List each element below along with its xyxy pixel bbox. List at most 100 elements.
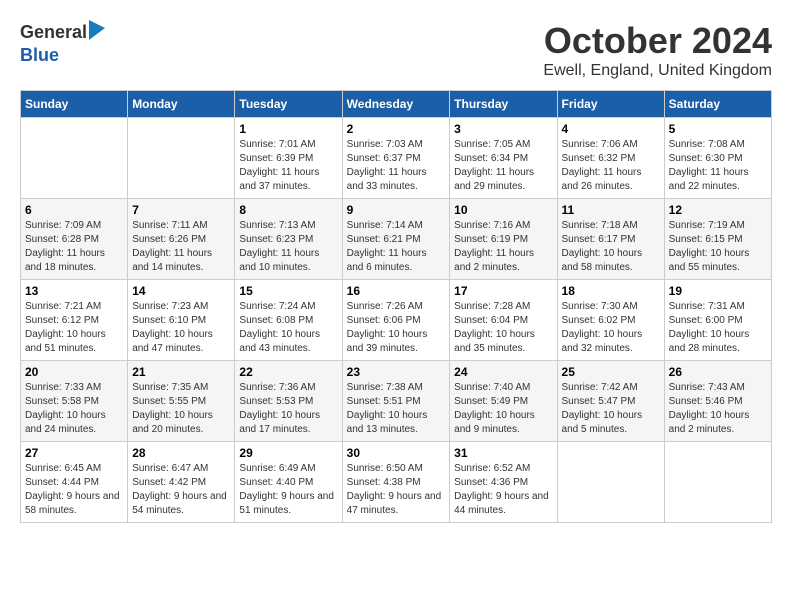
day-info: Sunrise: 7:03 AMSunset: 6:37 PMDaylight:… [347, 138, 446, 194]
calendar-table: Sunday Monday Tuesday Wednesday Thursday… [20, 90, 772, 523]
table-row: 6 Sunrise: 7:09 AMSunset: 6:28 PMDaylight… [21, 199, 128, 280]
day-info: Sunrise: 7:14 AMSunset: 6:21 PMDaylight:… [347, 219, 446, 275]
day-number: 22 [239, 365, 337, 379]
day-info: Sunrise: 7:28 AMSunset: 6:04 PMDaylight:… [454, 300, 552, 356]
day-number: 23 [347, 365, 446, 379]
day-info: Sunrise: 7:05 AMSunset: 6:34 PMDaylight:… [454, 138, 552, 194]
logo-blue-text: Blue [20, 45, 59, 65]
day-number: 13 [25, 284, 123, 298]
table-row: 20Sunrise: 7:33 AMSunset: 5:58 PMDayligh… [21, 361, 128, 442]
table-row: 22 Sunrise: 7:36 AMSunset: 5:53 PMDayligh… [235, 361, 342, 442]
table-row: 27Sunrise: 6:45 AMSunset: 4:44 PMDayligh… [21, 442, 128, 523]
day-info: Sunrise: 7:13 AMSunset: 6:23 PMDaylight:… [239, 219, 337, 275]
day-info: Sunrise: 7:01 AMSunset: 6:39 PMDaylight:… [239, 138, 337, 194]
table-row: 4 Sunrise: 7:06 AMSunset: 6:32 PMDaylight… [557, 118, 664, 199]
day-number: 10 [454, 203, 552, 217]
day-number: 2 [347, 122, 446, 136]
calendar-week-row: 27Sunrise: 6:45 AMSunset: 4:44 PMDayligh… [21, 442, 772, 523]
calendar-week-row: 6 Sunrise: 7:09 AMSunset: 6:28 PMDaylight… [21, 199, 772, 280]
day-info: Sunrise: 6:45 AMSunset: 4:44 PMDaylight:… [25, 462, 123, 518]
table-row: 31 Sunrise: 6:52 AMSunset: 4:36 PMDayligh… [450, 442, 557, 523]
day-number: 6 [25, 203, 123, 217]
col-saturday: Saturday [664, 91, 771, 118]
col-tuesday: Tuesday [235, 91, 342, 118]
title-block: October 2024 Ewell, England, United King… [543, 20, 772, 80]
location-text: Ewell, England, United Kingdom [543, 62, 772, 80]
day-info: Sunrise: 7:35 AMSunset: 5:55 PMDaylight:… [132, 381, 230, 437]
calendar-header-row: Sunday Monday Tuesday Wednesday Thursday… [21, 91, 772, 118]
day-info: Sunrise: 7:16 AMSunset: 6:19 PMDaylight:… [454, 219, 552, 275]
day-info: Sunrise: 7:18 AMSunset: 6:17 PMDaylight:… [562, 219, 660, 275]
day-number: 16 [347, 284, 446, 298]
table-row [21, 118, 128, 199]
table-row [557, 442, 664, 523]
col-friday: Friday [557, 91, 664, 118]
day-number: 15 [239, 284, 337, 298]
day-number: 4 [562, 122, 660, 136]
day-info: Sunrise: 7:23 AMSunset: 6:10 PMDaylight:… [132, 300, 230, 356]
table-row: 8 Sunrise: 7:13 AMSunset: 6:23 PMDaylight… [235, 199, 342, 280]
calendar-week-row: 20Sunrise: 7:33 AMSunset: 5:58 PMDayligh… [21, 361, 772, 442]
day-info: Sunrise: 7:19 AMSunset: 6:15 PMDaylight:… [669, 219, 767, 275]
day-number: 9 [347, 203, 446, 217]
table-row: 17Sunrise: 7:28 AMSunset: 6:04 PMDayligh… [450, 280, 557, 361]
day-number: 7 [132, 203, 230, 217]
day-number: 18 [562, 284, 660, 298]
col-sunday: Sunday [21, 91, 128, 118]
day-number: 3 [454, 122, 552, 136]
table-row: 25Sunrise: 7:42 AMSunset: 5:47 PMDayligh… [557, 361, 664, 442]
day-info: Sunrise: 7:21 AMSunset: 6:12 PMDaylight:… [25, 300, 123, 356]
day-number: 12 [669, 203, 767, 217]
day-number: 11 [562, 203, 660, 217]
table-row: 28Sunrise: 6:47 AMSunset: 4:42 PMDayligh… [128, 442, 235, 523]
table-row: 7 Sunrise: 7:11 AMSunset: 6:26 PMDaylight… [128, 199, 235, 280]
day-number: 31 [454, 446, 552, 460]
table-row: 23 Sunrise: 7:38 AMSunset: 5:51 PMDayligh… [342, 361, 450, 442]
day-info: Sunrise: 7:36 AMSunset: 5:53 PMDaylight:… [239, 381, 337, 437]
day-info: Sunrise: 6:52 AMSunset: 4:36 PMDaylight:… [454, 462, 552, 518]
day-info: Sunrise: 7:26 AMSunset: 6:06 PMDaylight:… [347, 300, 446, 356]
day-number: 14 [132, 284, 230, 298]
page-header: General Blue October 2024 Ewell, England… [20, 20, 772, 80]
table-row: 3 Sunrise: 7:05 AMSunset: 6:34 PMDaylight… [450, 118, 557, 199]
table-row: 18 Sunrise: 7:30 AMSunset: 6:02 PMDayligh… [557, 280, 664, 361]
table-row: 16 Sunrise: 7:26 AMSunset: 6:06 PMDayligh… [342, 280, 450, 361]
day-number: 24 [454, 365, 552, 379]
day-info: Sunrise: 7:31 AMSunset: 6:00 PMDaylight:… [669, 300, 767, 356]
table-row: 29 Sunrise: 6:49 AMSunset: 4:40 PMDayligh… [235, 442, 342, 523]
table-row: 30Sunrise: 6:50 AMSunset: 4:38 PMDayligh… [342, 442, 450, 523]
day-info: Sunrise: 7:43 AMSunset: 5:46 PMDaylight:… [669, 381, 767, 437]
table-row: 19 Sunrise: 7:31 AMSunset: 6:00 PMDayligh… [664, 280, 771, 361]
table-row [664, 442, 771, 523]
calendar-week-row: 13 Sunrise: 7:21 AMSunset: 6:12 PMDayligh… [21, 280, 772, 361]
day-info: Sunrise: 6:49 AMSunset: 4:40 PMDaylight:… [239, 462, 337, 518]
table-row: 11 Sunrise: 7:18 AMSunset: 6:17 PMDayligh… [557, 199, 664, 280]
day-number: 28 [132, 446, 230, 460]
month-title: October 2024 [543, 20, 772, 62]
day-info: Sunrise: 7:06 AMSunset: 6:32 PMDaylight:… [562, 138, 660, 194]
table-row: 13 Sunrise: 7:21 AMSunset: 6:12 PMDayligh… [21, 280, 128, 361]
day-number: 30 [347, 446, 446, 460]
table-row: 10 Sunrise: 7:16 AMSunset: 6:19 PMDayligh… [450, 199, 557, 280]
table-row: 9 Sunrise: 7:14 AMSunset: 6:21 PMDaylight… [342, 199, 450, 280]
day-info: Sunrise: 7:38 AMSunset: 5:51 PMDaylight:… [347, 381, 446, 437]
day-info: Sunrise: 7:08 AMSunset: 6:30 PMDaylight:… [669, 138, 767, 194]
col-wednesday: Wednesday [342, 91, 450, 118]
table-row: 21Sunrise: 7:35 AMSunset: 5:55 PMDayligh… [128, 361, 235, 442]
day-info: Sunrise: 7:11 AMSunset: 6:26 PMDaylight:… [132, 219, 230, 275]
day-info: Sunrise: 7:30 AMSunset: 6:02 PMDaylight:… [562, 300, 660, 356]
day-number: 19 [669, 284, 767, 298]
table-row: 5Sunrise: 7:08 AMSunset: 6:30 PMDaylight… [664, 118, 771, 199]
logo: General Blue [20, 20, 105, 66]
day-number: 1 [239, 122, 337, 136]
day-info: Sunrise: 7:09 AMSunset: 6:28 PMDaylight:… [25, 219, 123, 275]
day-number: 29 [239, 446, 337, 460]
calendar-week-row: 1 Sunrise: 7:01 AMSunset: 6:39 PMDaylight… [21, 118, 772, 199]
table-row: 24Sunrise: 7:40 AMSunset: 5:49 PMDayligh… [450, 361, 557, 442]
table-row: 15 Sunrise: 7:24 AMSunset: 6:08 PMDayligh… [235, 280, 342, 361]
table-row: 14 Sunrise: 7:23 AMSunset: 6:10 PMDayligh… [128, 280, 235, 361]
day-number: 26 [669, 365, 767, 379]
day-info: Sunrise: 7:24 AMSunset: 6:08 PMDaylight:… [239, 300, 337, 356]
day-number: 20 [25, 365, 123, 379]
day-number: 8 [239, 203, 337, 217]
